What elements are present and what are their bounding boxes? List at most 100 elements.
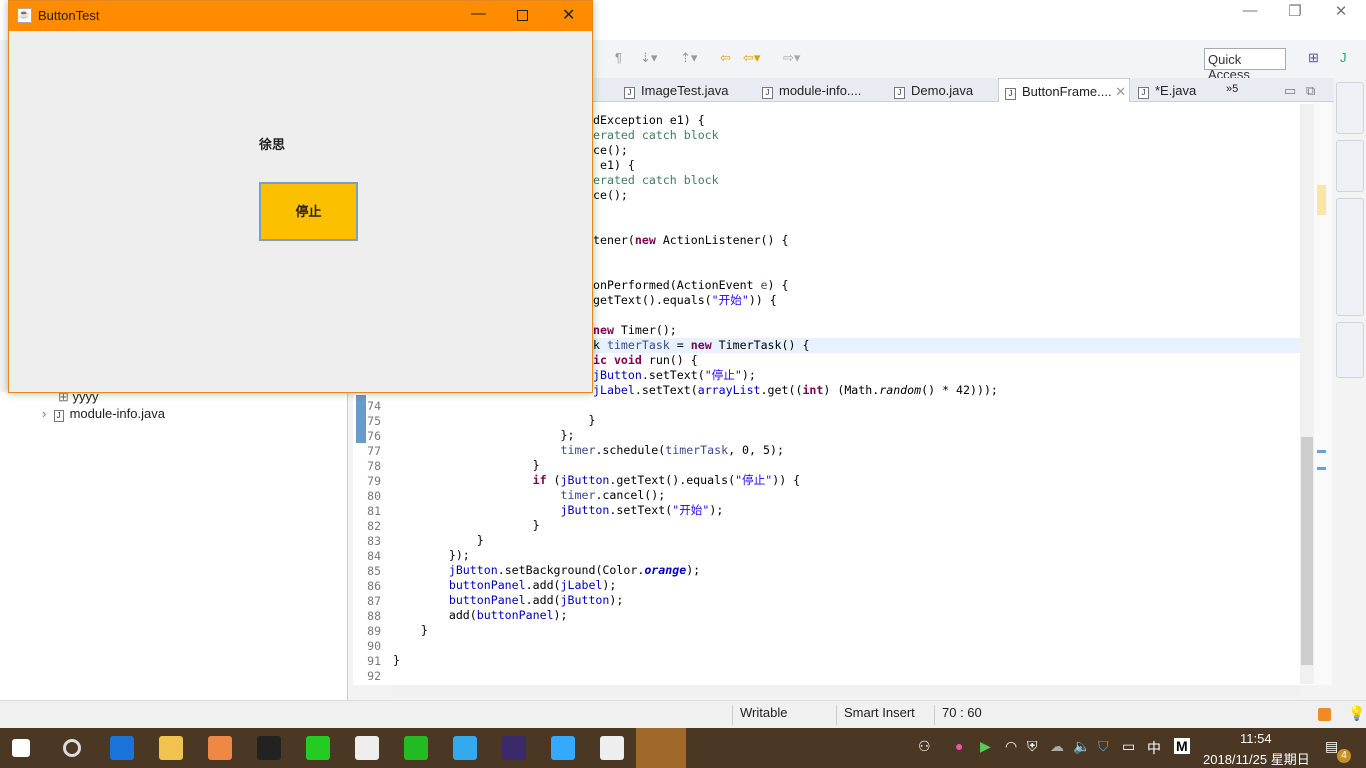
- java-file-icon: J: [894, 87, 905, 99]
- edge-taskbar-icon[interactable]: [110, 736, 134, 760]
- code-line: timer.cancel();: [393, 488, 666, 503]
- mail-taskbar-icon[interactable]: [355, 736, 379, 760]
- ime-mode-icon[interactable]: M: [1174, 738, 1190, 754]
- line-number: 90: [367, 639, 381, 653]
- java-perspective-icon[interactable]: J: [1340, 50, 1347, 65]
- quick-access-input[interactable]: Quick Access: [1204, 48, 1286, 82]
- code-token: };: [504, 428, 575, 442]
- editor-horizontal-scrollbar[interactable]: [393, 685, 1300, 697]
- code-line: jButton.setText("停止");: [593, 368, 756, 383]
- trim-stack-tasks[interactable]: [1336, 322, 1364, 378]
- people-icon[interactable]: ⚇: [918, 738, 931, 755]
- code-token: .getText().equals(: [609, 473, 736, 487]
- overview-marker[interactable]: [1317, 467, 1326, 470]
- defender-icon[interactable]: ⛨: [1027, 738, 1038, 755]
- code-line: ce();: [593, 143, 628, 158]
- qq-taskbar-icon[interactable]: [257, 736, 281, 760]
- clock-date[interactable]: 2018/11/25 星期日: [1203, 749, 1310, 768]
- back-icon[interactable]: ⇦▾: [743, 50, 760, 66]
- open-perspective-icon[interactable]: ⊞: [1308, 50, 1319, 66]
- last-edit-icon[interactable]: ⇦: [720, 50, 731, 66]
- trim-stack-outline[interactable]: [1336, 82, 1364, 134]
- security-tray-icon[interactable]: ⛉: [1098, 738, 1109, 755]
- code-token: }: [504, 413, 596, 427]
- code-token: }: [504, 518, 540, 532]
- start-taskbar-icon[interactable]: [12, 739, 30, 757]
- qq-tray-icon[interactable]: ●: [955, 738, 963, 754]
- code-token: ) (Math.: [823, 383, 880, 397]
- ide-close-button[interactable]: ✕: [1321, 2, 1361, 24]
- code-token: erated catch block: [593, 128, 719, 142]
- trim-stack-problems[interactable]: [1336, 198, 1364, 316]
- code-line: };: [393, 428, 575, 443]
- code-token: e1) {: [593, 158, 635, 172]
- ide-minimize-button[interactable]: —: [1230, 2, 1270, 24]
- stop-button[interactable]: 停止: [259, 182, 358, 241]
- package-explorer: ⊞ yyyy › Jmodule-info.java: [0, 389, 348, 700]
- maximize-editor-icon[interactable]: ⧉: [1306, 78, 1315, 102]
- tab-overflow[interactable]: »5: [1226, 78, 1238, 102]
- green-app-taskbar-icon[interactable]: [306, 736, 330, 760]
- tab-buttonframe[interactable]: J ButtonFrame.... ✕: [998, 78, 1130, 102]
- internet-explorer-taskbar-icon[interactable]: [551, 736, 575, 760]
- line-number: 77: [367, 444, 381, 458]
- code-token: }: [504, 458, 540, 472]
- pilcrow-icon[interactable]: ¶: [615, 50, 622, 65]
- volume-icon[interactable]: 🔈: [1073, 738, 1090, 755]
- action-center-icon[interactable]: ▤: [1325, 738, 1338, 755]
- scrollbar-thumb[interactable]: [1301, 437, 1313, 665]
- code-token: jLabel: [593, 383, 635, 397]
- tab-demo[interactable]: J Demo.java: [894, 78, 973, 102]
- tab-imagetest[interactable]: J ImageTest.java: [624, 78, 728, 102]
- tree-item-module-info[interactable]: › Jmodule-info.java: [42, 406, 165, 422]
- code-line: k timerTask = new TimerTask() {: [593, 338, 809, 353]
- code-token: getText().equals(: [593, 293, 712, 307]
- file-explorer-taskbar-icon[interactable]: [159, 736, 183, 760]
- code-line: }: [393, 458, 540, 473]
- tab-e-java[interactable]: J *E.java: [1138, 78, 1196, 102]
- minimize-editor-icon[interactable]: ▭: [1284, 78, 1296, 102]
- line-number: 88: [367, 609, 381, 623]
- clock-time[interactable]: 11:54: [1240, 731, 1272, 746]
- code-line: }: [393, 518, 540, 533]
- code-token: .get((: [760, 383, 803, 397]
- overview-marker[interactable]: [1317, 450, 1326, 453]
- line-number: 78: [367, 459, 381, 473]
- ime-indicator[interactable]: 中: [1147, 738, 1161, 758]
- expand-chevron-icon[interactable]: ›: [42, 406, 54, 421]
- code-token: .setBackground(Color.: [497, 563, 645, 577]
- battery-icon[interactable]: ▭: [1122, 738, 1135, 755]
- window-title-bar[interactable]: ☕ ButtonTest — ✕: [9, 1, 592, 31]
- java-file-icon: J: [624, 87, 635, 99]
- video-tray-icon[interactable]: ▶: [980, 738, 991, 755]
- store-taskbar-icon[interactable]: [208, 736, 232, 760]
- cortana-taskbar-icon[interactable]: [63, 739, 81, 757]
- tab-label: *E.java: [1155, 83, 1197, 98]
- maximize-button[interactable]: [517, 10, 528, 21]
- lightbulb-icon[interactable]: 💡: [1348, 705, 1365, 722]
- next-annotation-icon[interactable]: ⇣▾: [640, 50, 657, 66]
- window-title: ButtonTest: [38, 8, 100, 23]
- code-line: }: [393, 623, 428, 638]
- java-taskbar-icon[interactable]: [600, 736, 624, 760]
- code-token: run() {: [641, 353, 698, 367]
- prev-annotation-icon[interactable]: ⇡▾: [680, 50, 697, 66]
- forward-icon[interactable]: ⇨▾: [783, 50, 800, 66]
- close-tab-icon[interactable]: ✕: [1115, 84, 1126, 99]
- tab-module-info[interactable]: Jmodule-info....: [762, 78, 861, 102]
- video-player-taskbar-icon[interactable]: [453, 736, 477, 760]
- overview-marker[interactable]: [1317, 185, 1326, 215]
- iqiyi-taskbar-icon[interactable]: [404, 736, 428, 760]
- trim-stack-hierarchy[interactable]: [1336, 140, 1364, 192]
- rss-icon[interactable]: [1318, 708, 1331, 721]
- line-number: 79: [367, 474, 381, 488]
- onedrive-icon[interactable]: ☁: [1050, 738, 1064, 755]
- eclipse-taskbar-icon[interactable]: [502, 736, 526, 760]
- ide-restore-button[interactable]: ❐: [1275, 2, 1315, 24]
- code-token: }: [476, 533, 484, 547]
- minimize-button[interactable]: —: [471, 5, 486, 22]
- wifi-icon[interactable]: ◠: [1005, 738, 1017, 755]
- line-number: 91: [367, 654, 381, 668]
- close-button[interactable]: ✕: [562, 5, 575, 25]
